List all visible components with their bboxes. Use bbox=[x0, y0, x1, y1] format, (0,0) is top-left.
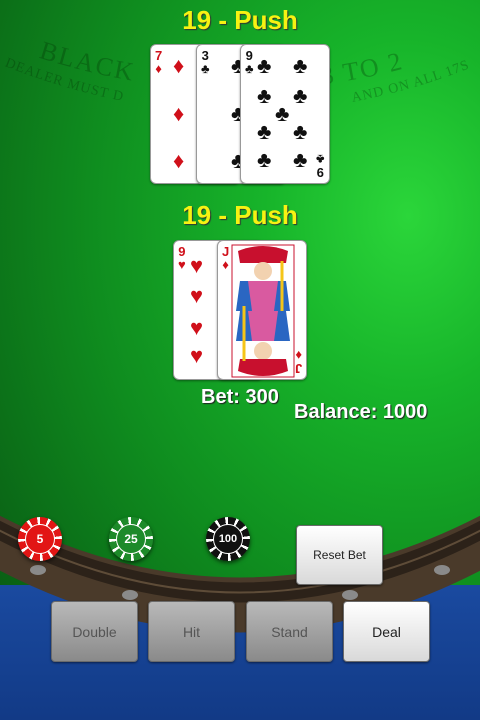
dealer-card-3: 9 ♣ 9 ♣ ♣ ♣ ♣ ♣ ♣ ♣ ♣ ♣ ♣ bbox=[240, 44, 330, 184]
player-status: 19 - Push bbox=[182, 200, 298, 230]
stand-button[interactable]: Stand bbox=[246, 601, 333, 662]
pip: ♣ bbox=[293, 83, 308, 108]
card-corner: 7 ♦ bbox=[155, 48, 163, 76]
chip-100-button[interactable]: 100 bbox=[206, 517, 250, 561]
pip: ♣ bbox=[257, 53, 272, 78]
pip: ♣ bbox=[293, 147, 308, 172]
pip: ♣ bbox=[293, 119, 308, 144]
jack-figure-icon bbox=[231, 244, 295, 378]
deal-button[interactable]: Deal bbox=[343, 601, 430, 662]
chip-5-label: 5 bbox=[25, 524, 55, 554]
dealer-status: 19 - Push bbox=[182, 5, 298, 35]
pip: ♣ bbox=[257, 119, 272, 144]
chip-100-label: 100 bbox=[213, 524, 243, 554]
pip: ♥ bbox=[190, 283, 204, 308]
double-button[interactable]: Double bbox=[51, 601, 138, 662]
pip: ♦ bbox=[173, 101, 185, 126]
pip: ♥ bbox=[190, 315, 204, 340]
chip-25-button[interactable]: 25 bbox=[109, 517, 153, 561]
pip: ♥ bbox=[190, 253, 204, 278]
player-card-2: J ♦ J ♦ bbox=[217, 240, 307, 380]
pip: ♣ bbox=[293, 53, 308, 78]
pip: ♦ bbox=[173, 53, 185, 78]
hit-button[interactable]: Hit bbox=[148, 601, 235, 662]
card-corner: 3 ♣ bbox=[201, 48, 210, 76]
card-corner: 9 ♣ bbox=[316, 152, 325, 180]
card-corner: 9 ♥ bbox=[178, 244, 186, 272]
reset-bet-button[interactable]: Reset Bet bbox=[296, 525, 383, 585]
pip: ♥ bbox=[190, 343, 204, 368]
chip-5-button[interactable]: 5 bbox=[18, 517, 62, 561]
chip-25-label: 25 bbox=[116, 524, 146, 554]
pip: ♣ bbox=[275, 101, 290, 126]
pip: ♣ bbox=[257, 147, 272, 172]
card-corner: 9 ♣ bbox=[245, 48, 254, 76]
pip: ♣ bbox=[257, 83, 272, 108]
pip: ♦ bbox=[173, 148, 185, 173]
bet-amount: Bet: 300 bbox=[201, 386, 279, 408]
balance-amount: Balance: 1000 bbox=[294, 401, 428, 423]
